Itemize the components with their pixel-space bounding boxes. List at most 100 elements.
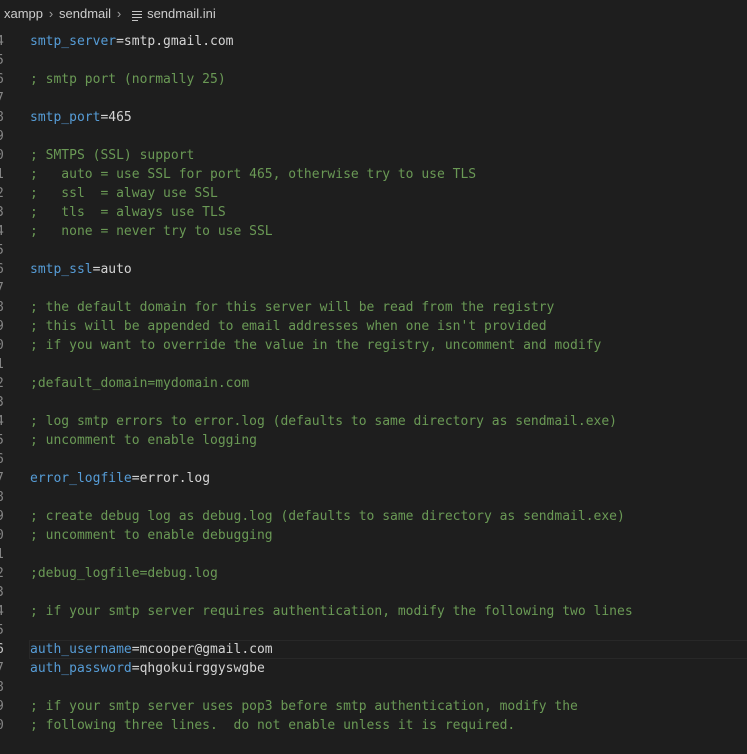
code-line[interactable]: 4 ; log smtp errors to error.log (default… <box>0 412 747 431</box>
config-key: auth_password <box>30 661 132 676</box>
line-number: 4 <box>0 602 8 621</box>
config-key: error_logfile <box>30 471 132 486</box>
code-line[interactable]: 8 smtp_port=465 <box>0 108 747 127</box>
line-content: ; uncomment to enable debugging <box>30 526 273 545</box>
comment-text: ; following three lines. do not enable u… <box>30 718 516 733</box>
code-line[interactable]: 0 ; following three lines. do not enable … <box>0 716 747 735</box>
code-line[interactable]: 4 ; if your smtp server requires authenti… <box>0 602 747 621</box>
line-number: 8 <box>0 488 8 507</box>
code-line[interactable]: 7 auth_password=qhgokuirggyswgbe <box>0 659 747 678</box>
line-content: ; SMTPS (SSL) support <box>30 146 194 165</box>
code-line[interactable]: 1 <box>0 545 747 564</box>
code-line[interactable]: 8 <box>0 488 747 507</box>
line-content: ; ssl = alway use SSL <box>30 184 218 203</box>
code-line[interactable]: 6 auth_username=mcooper@gmail.com <box>0 640 747 659</box>
code-line[interactable]: 9 ; if your smtp server uses pop3 before … <box>0 697 747 716</box>
code-line[interactable]: 9 <box>0 127 747 146</box>
line-number: 8 <box>0 298 8 317</box>
line-content: ; tls = always use TLS <box>30 203 226 222</box>
config-key: smtp_server <box>30 34 117 49</box>
breadcrumb-item-xampp[interactable]: xampp <box>4 6 43 21</box>
line-content: ; following three lines. do not enable u… <box>30 716 515 735</box>
comment-text: ; create debug log as debug.log (default… <box>30 509 625 524</box>
line-number: 8 <box>0 678 8 697</box>
code-line[interactable]: 3 <box>0 393 747 412</box>
code-editor[interactable]: 3; applications4smtp_server=smtp.gmail.c… <box>0 13 747 754</box>
comment-text: ; the default domain for this server wil… <box>30 300 555 315</box>
line-content: auth_password=qhgokuirggyswgbe <box>30 659 265 678</box>
code-line[interactable]: 8 ; the default domain for this server wi… <box>0 298 747 317</box>
line-content: smtp_port=465 <box>30 108 132 127</box>
comment-text: ; auto = use SSL for port 465, otherwise… <box>30 167 477 182</box>
code-line[interactable]: 6 smtp_ssl=auto <box>0 260 747 279</box>
line-number: 7 <box>0 469 8 488</box>
breadcrumb-item-sendmail[interactable]: sendmail <box>59 6 111 21</box>
line-content: ; the default domain for this server wil… <box>30 298 554 317</box>
chevron-right-icon: › <box>48 6 54 21</box>
line-content: ; create debug log as debug.log (default… <box>30 507 625 526</box>
line-number: 4 <box>0 222 8 241</box>
code-line[interactable]: 4 smtp_server=smtp.gmail.com <box>0 32 747 51</box>
chevron-right-icon: › <box>116 6 122 21</box>
code-line[interactable]: 6 <box>0 450 747 469</box>
equals-sign: = <box>131 661 140 676</box>
code-line[interactable]: 7 <box>0 89 747 108</box>
line-content: ; if you want to override the value in t… <box>30 336 601 355</box>
code-line[interactable]: 2 ; ssl = alway use SSL <box>0 184 747 203</box>
code-line[interactable]: 1 ; auto = use SSL for port 465, otherwis… <box>0 165 747 184</box>
code-line[interactable]: 7 error_logfile=error.log <box>0 469 747 488</box>
line-number: 8 <box>0 108 8 127</box>
line-number: 4 <box>0 32 8 51</box>
equals-sign: = <box>131 642 140 657</box>
line-number: 0 <box>0 146 8 165</box>
code-line[interactable]: 6 ; smtp port (normally 25) <box>0 70 747 89</box>
file-lines-icon <box>131 9 143 21</box>
code-line[interactable]: 5 <box>0 621 747 640</box>
line-content: ; if your smtp server requires authentic… <box>30 602 633 621</box>
comment-text: ; SMTPS (SSL) support <box>30 148 195 163</box>
code-line[interactable]: 9 ; create debug log as debug.log (defaul… <box>0 507 747 526</box>
line-number: 5 <box>0 51 8 70</box>
code-line[interactable]: 5 ; uncomment to enable logging <box>0 431 747 450</box>
equals-sign: = <box>131 471 140 486</box>
line-number: 9 <box>0 507 8 526</box>
code-line[interactable]: 0 ; if you want to override the value in … <box>0 336 747 355</box>
comment-text: ; ssl = alway use SSL <box>30 186 218 201</box>
code-line[interactable]: 5 <box>0 51 747 70</box>
code-line[interactable]: 0 ; SMTPS (SSL) support <box>0 146 747 165</box>
line-content: error_logfile=error.log <box>30 469 210 488</box>
line-content: ; uncomment to enable logging <box>30 431 257 450</box>
config-key: auth_username <box>30 642 132 657</box>
breadcrumb-item-sendmail-ini[interactable]: sendmail.ini <box>147 6 216 21</box>
code-line[interactable]: 5 <box>0 241 747 260</box>
config-key: smtp_port <box>30 110 101 125</box>
code-line[interactable]: 8 <box>0 678 747 697</box>
code-line[interactable]: 3 <box>0 583 747 602</box>
code-line[interactable]: 7 <box>0 279 747 298</box>
line-content: ; auto = use SSL for port 465, otherwise… <box>30 165 476 184</box>
code-line[interactable]: 1 <box>0 355 747 374</box>
code-line[interactable]: 4 ; none = never try to use SSL <box>0 222 747 241</box>
code-line[interactable]: 2 ;debug_logfile=debug.log <box>0 564 747 583</box>
line-content: ;default_domain=mydomain.com <box>30 374 249 393</box>
line-number: 7 <box>0 89 8 108</box>
line-content: auth_username=mcooper@gmail.com <box>30 640 273 659</box>
line-number: 0 <box>0 336 8 355</box>
line-number: 9 <box>0 317 8 336</box>
config-value: auto <box>100 262 132 277</box>
code-line[interactable]: 3 ; tls = always use TLS <box>0 203 747 222</box>
line-number: 2 <box>0 184 8 203</box>
code-line[interactable]: 0 ; uncomment to enable debugging <box>0 526 747 545</box>
line-number: 7 <box>0 279 8 298</box>
line-content: ; none = never try to use SSL <box>30 222 273 241</box>
line-number: 5 <box>0 621 8 640</box>
line-content: ; if your smtp server uses pop3 before s… <box>30 697 578 716</box>
code-line[interactable]: 2 ;default_domain=mydomain.com <box>0 374 747 393</box>
line-content: ; smtp port (normally 25) <box>30 70 226 89</box>
comment-text: ;default_domain=mydomain.com <box>30 376 250 391</box>
comment-text: ; if you want to override the value in t… <box>30 338 602 353</box>
comment-text: ; none = never try to use SSL <box>30 224 273 239</box>
line-number: 6 <box>0 450 8 469</box>
code-line[interactable]: 9 ; this will be appended to email addres… <box>0 317 747 336</box>
line-number: 1 <box>0 165 8 184</box>
